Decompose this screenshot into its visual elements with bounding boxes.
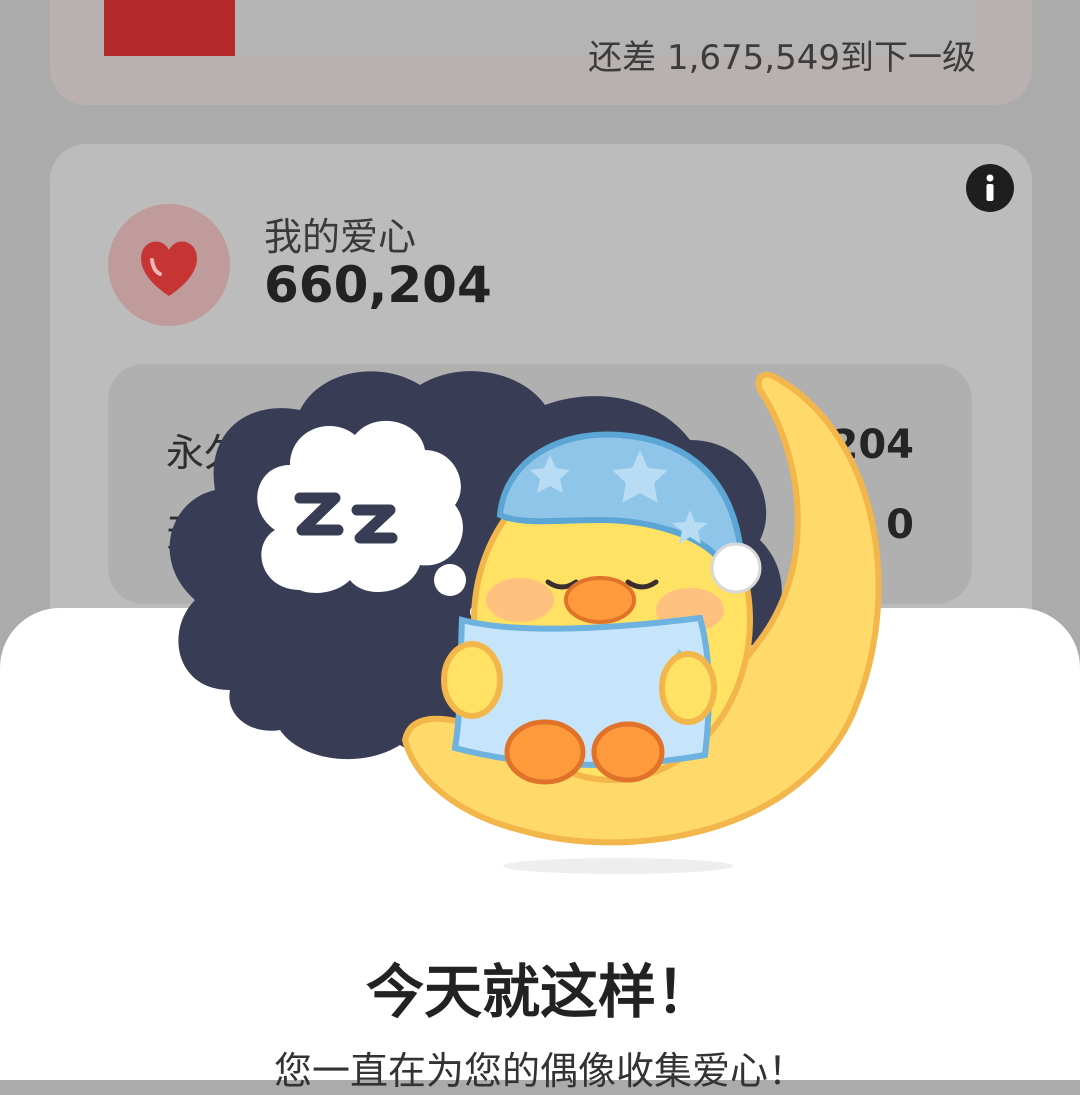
sheet-title: 今天就这样！ [365,958,714,1026]
shadow [503,858,733,874]
sheet-subtitle: 您一直在为您的偶像收集爱心！ [273,1049,806,1093]
sleeping-duck-illustration [169,371,882,874]
